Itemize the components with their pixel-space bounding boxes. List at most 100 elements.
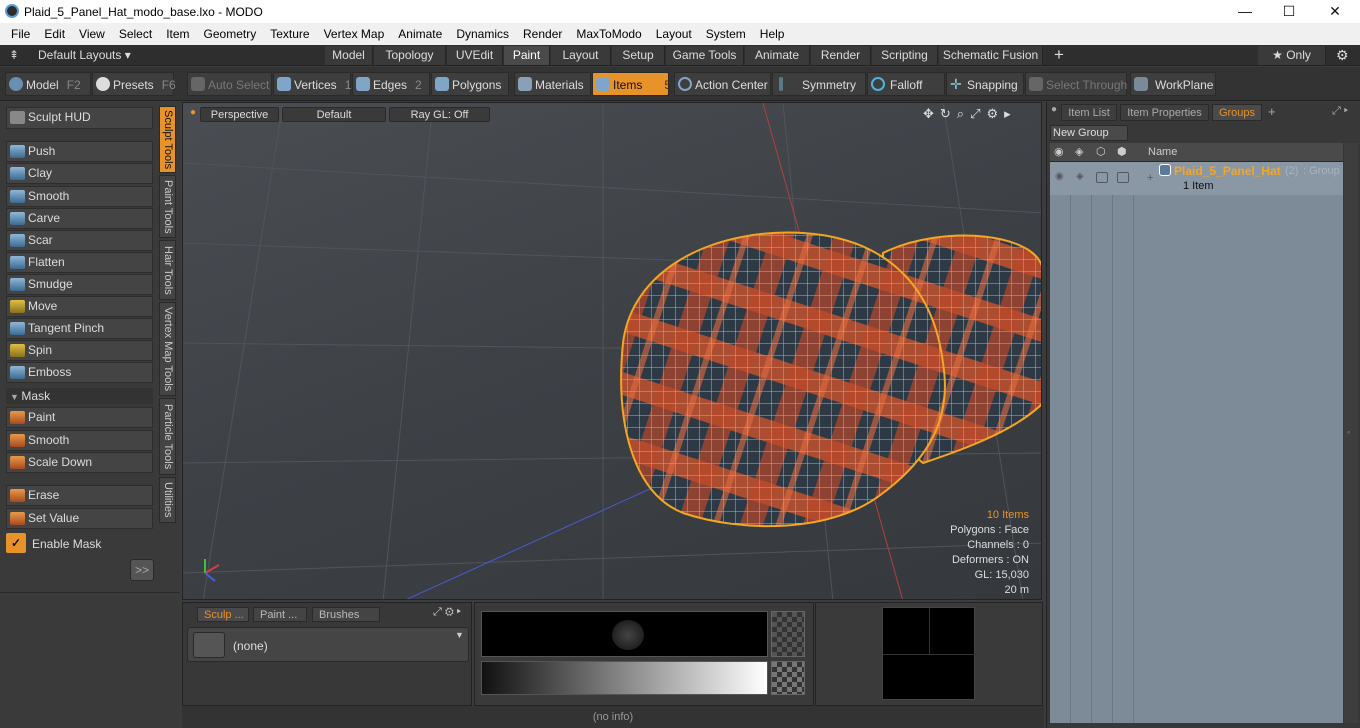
panel-menu-dot[interactable]: ● — [1051, 104, 1057, 115]
brush-alpha-swatch[interactable] — [771, 611, 805, 657]
only-toggle[interactable]: ★ Only — [1258, 46, 1326, 65]
menu-file[interactable]: File — [4, 27, 37, 41]
tab-item-properties[interactable]: Item Properties — [1120, 104, 1209, 121]
tool-emboss[interactable]: Emboss — [6, 362, 153, 383]
tab-render[interactable]: Render — [811, 46, 871, 65]
tool-smooth[interactable]: Smooth — [6, 186, 153, 207]
maximize-button[interactable]: ☐ — [1266, 1, 1312, 21]
erase-button[interactable]: Erase — [6, 485, 153, 506]
tool-carve[interactable]: Carve — [6, 208, 153, 229]
shading-dropdown[interactable]: Default — [282, 107, 386, 122]
layout-expand-icon[interactable]: ⇞ — [9, 48, 19, 62]
tab-setup[interactable]: Setup — [612, 46, 665, 65]
menu-view[interactable]: View — [72, 27, 112, 41]
row-render-icon[interactable]: ◈ — [1076, 171, 1084, 182]
default-layouts-dropdown[interactable]: Default Layouts ▾ — [38, 48, 131, 62]
preset-selector[interactable]: (none) ▼ — [187, 627, 469, 662]
menu-select[interactable]: Select — [112, 27, 159, 41]
tool-flatten[interactable]: Flatten — [6, 252, 153, 273]
action-center-button[interactable]: Action Center — [674, 72, 771, 96]
menu-maxtomodo[interactable]: MaxToModo — [569, 27, 648, 41]
name-column-header[interactable]: Name — [1148, 146, 1177, 158]
groups-list[interactable]: ◉ ◈ ⬡ ⬢ Name ◉ ◈ + Plaid_5_Panel_Hat (2)… — [1050, 143, 1343, 723]
add-tab-button[interactable]: + — [1054, 45, 1064, 65]
menu-render[interactable]: Render — [516, 27, 569, 41]
sculpt-hud-button[interactable]: Sculpt HUD — [6, 107, 153, 129]
mask-scale-down-button[interactable]: Scale Down — [6, 452, 153, 473]
perspective-dropdown[interactable]: Perspective — [200, 107, 279, 122]
group-row[interactable]: ◉ ◈ + Plaid_5_Panel_Hat (2) : Group 1 It… — [1050, 162, 1343, 195]
menu-system[interactable]: System — [699, 27, 753, 41]
tab-game-tools[interactable]: Game Tools — [666, 46, 744, 65]
menu-texture[interactable]: Texture — [263, 27, 316, 41]
mask-smooth-button[interactable]: Smooth — [6, 430, 153, 451]
close-button[interactable]: ✕ — [1312, 1, 1358, 21]
tool-tangent-pinch[interactable]: Tangent Pinch — [6, 318, 153, 339]
tool-move[interactable]: Move — [6, 296, 153, 317]
tab-item-list[interactable]: Item List — [1061, 104, 1117, 121]
edges-button[interactable]: Edges 2 — [352, 72, 430, 96]
brush-gradient-swatch[interactable] — [771, 661, 805, 695]
tab-scripting[interactable]: Scripting — [872, 46, 938, 65]
tab-groups[interactable]: Groups — [1212, 104, 1262, 121]
menu-edit[interactable]: Edit — [37, 27, 72, 41]
hat-model[interactable] — [620, 231, 1042, 528]
add-tab-icon[interactable]: + — [1268, 104, 1276, 119]
symmetry-button[interactable]: Symmetry — [772, 72, 866, 96]
panel-options-icons[interactable]: ⤢ ▸ — [1332, 105, 1348, 118]
vtab-utilities[interactable]: Utilities — [159, 477, 176, 523]
viewport-menu-dot[interactable]: ● — [190, 107, 196, 118]
tab-paint[interactable]: Paint — [504, 46, 550, 65]
presets-button[interactable]: Presets F6 — [92, 72, 176, 96]
minimize-button[interactable]: — — [1222, 1, 1268, 21]
gear-icon[interactable]: ⚙ — [1336, 47, 1349, 64]
vtab-hair-tools[interactable]: Hair Tools — [159, 240, 176, 300]
mask-section-header[interactable]: ▼ Mask — [6, 388, 153, 404]
viewport-nav-icons[interactable]: ✥↻⌕⤢⚙▸ — [923, 106, 1017, 122]
tab-layout[interactable]: Layout — [551, 46, 611, 65]
tool-smudge[interactable]: Smudge — [6, 274, 153, 295]
workplane-button[interactable]: WorkPlane — [1130, 72, 1216, 96]
auto-select-button[interactable]: Auto Select — [187, 72, 272, 96]
menu-layout[interactable]: Layout — [649, 27, 699, 41]
panel-options-icons[interactable]: ⤢ ⚙ ▸ — [433, 606, 461, 619]
menu-item[interactable]: Item — [159, 27, 196, 41]
brush-gradient-strip[interactable] — [481, 661, 768, 695]
vtab-paint-tools[interactable]: Paint Tools — [159, 175, 176, 238]
color-swatch-grid[interactable] — [882, 607, 976, 700]
select-through-button[interactable]: Select Through — [1025, 72, 1127, 96]
vtab-sculpt-tools[interactable]: Sculpt Tools — [159, 106, 176, 173]
menu-vertex-map[interactable]: Vertex Map — [317, 27, 392, 41]
tool-scar[interactable]: Scar — [6, 230, 153, 251]
tool-spin[interactable]: Spin — [6, 340, 153, 361]
snapping-button[interactable]: ✛ Snapping — [946, 72, 1024, 96]
tab-animate[interactable]: Animate — [745, 46, 810, 65]
row-lock-box[interactable] — [1096, 172, 1108, 183]
falloff-button[interactable]: Falloff — [867, 72, 945, 96]
mask-paint-button[interactable]: Paint — [6, 407, 153, 428]
tab-paint-presets[interactable]: Paint ... — [253, 607, 307, 622]
brush-profile-preview[interactable] — [481, 611, 768, 657]
tab-schematic-fusion[interactable]: Schematic Fusion — [939, 46, 1043, 65]
viewport-canvas[interactable] — [183, 103, 1042, 600]
tab-sculpt-presets[interactable]: Sculp ... — [197, 607, 249, 622]
select-icon[interactable]: ⬢ — [1117, 145, 1127, 158]
polygons-button[interactable]: Polygons — [431, 72, 509, 96]
lock-icon[interactable]: ⬡ — [1096, 145, 1106, 158]
tab-topology[interactable]: Topology — [374, 46, 446, 65]
new-group-button[interactable]: New Group — [1050, 125, 1128, 141]
expand-panel-button[interactable]: >> — [130, 559, 154, 581]
tool-push[interactable]: Push — [6, 141, 153, 162]
raygl-toggle[interactable]: Ray GL: Off — [389, 107, 490, 122]
set-value-button[interactable]: Set Value — [6, 508, 153, 529]
row-eye-icon[interactable]: ◉ — [1055, 171, 1064, 182]
menu-dynamics[interactable]: Dynamics — [449, 27, 516, 41]
tab-brushes[interactable]: Brushes — [312, 607, 380, 622]
expand-icon[interactable]: + — [1147, 172, 1153, 184]
row-select-box[interactable] — [1117, 172, 1129, 183]
eye-icon[interactable]: ◉ — [1054, 145, 1064, 158]
vertices-button[interactable]: Vertices 1 — [273, 72, 351, 96]
tab-model[interactable]: Model — [325, 46, 373, 65]
tool-clay[interactable]: Clay — [6, 163, 153, 184]
3d-viewport[interactable]: ● Perspective Default Ray GL: Off ✥↻⌕⤢⚙▸… — [182, 102, 1042, 600]
